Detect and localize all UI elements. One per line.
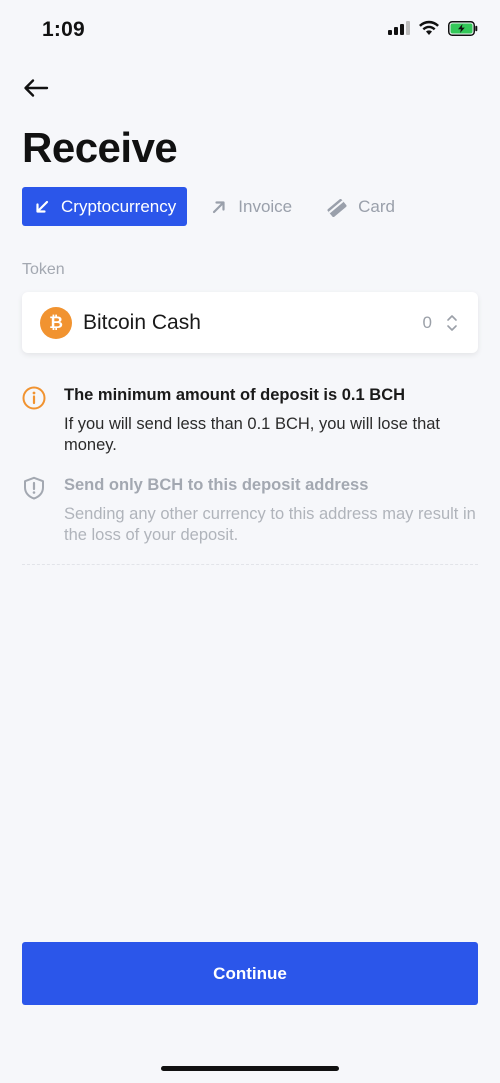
divider (22, 564, 478, 565)
back-button[interactable] (18, 72, 54, 104)
notice-title: Send only BCH to this deposit address (64, 476, 369, 494)
arrow-down-left-icon (34, 199, 50, 215)
continue-button[interactable]: Continue (22, 942, 478, 1005)
send-only-notice: Send only BCH to this deposit address Se… (22, 476, 478, 546)
tab-card[interactable]: Card (315, 187, 406, 226)
status-icons (388, 20, 478, 36)
notice-title: The minimum amount of deposit is 0.1 BCH (64, 386, 406, 404)
status-time: 1:09 (42, 18, 85, 41)
notice-body: The minimum amount of deposit is 0.1 BCH… (64, 386, 478, 456)
status-bar: 1:09 (0, 0, 500, 60)
wifi-icon (419, 20, 439, 35)
bitcoin-icon: ₿ (40, 306, 72, 339)
card-icon (327, 198, 347, 217)
notice-body: Send only BCH to this deposit address Se… (64, 476, 478, 546)
chevron-up-down-icon (446, 313, 458, 333)
token-name: Bitcoin Cash (83, 310, 201, 334)
token-select[interactable]: ₿ Bitcoin Cash 0 (22, 292, 478, 353)
tab-label: Card (358, 196, 395, 216)
tab-label: Invoice (238, 196, 293, 216)
token-balance: 0 (422, 312, 432, 332)
minimum-deposit-notice: The minimum amount of deposit is 0.1 BCH… (22, 386, 478, 456)
battery-charging-icon (448, 20, 478, 36)
info-circle-icon (22, 386, 46, 410)
tab-invoice[interactable]: Invoice (199, 187, 303, 226)
notice-text: Sending any other currency to this addre… (64, 505, 476, 544)
receive-tabs: Cryptocurrency Invoice Card (22, 187, 418, 226)
home-indicator[interactable] (161, 1066, 339, 1071)
arrow-left-icon (24, 79, 49, 97)
page-title: Receive (22, 124, 178, 171)
tab-label: Cryptocurrency (61, 196, 177, 216)
notice-text: If you will send less than 0.1 BCH, you … (64, 415, 441, 454)
arrow-up-right-icon (211, 199, 227, 215)
tab-cryptocurrency[interactable]: Cryptocurrency (22, 187, 188, 226)
shield-alert-icon (24, 476, 44, 500)
signal-icon (388, 21, 410, 35)
token-label: Token (22, 261, 65, 278)
